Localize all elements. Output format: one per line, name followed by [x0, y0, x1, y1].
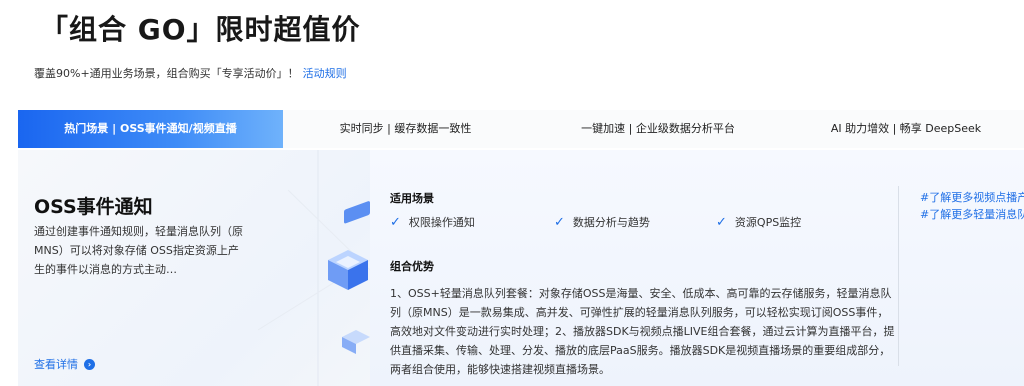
tab-hot-scenarios[interactable]: 热门场景 | OSS事件通知/视频直播: [18, 110, 283, 148]
more-links: #了解更多视频点播产 #了解更多轻量消息队: [920, 189, 1024, 223]
scenario-tabs: 热门场景 | OSS事件通知/视频直播 实时同步 | 缓存数据一致性 一键加速 …: [18, 110, 1024, 148]
view-details-link[interactable]: 查看详情 ›: [34, 356, 95, 372]
activity-rules-link[interactable]: 活动规则: [303, 67, 347, 80]
scenario-card: OSS事件通知 通过创建事件通知规则，轻量消息队列（原 MNS）可以将对象存储 …: [18, 150, 370, 386]
scenario-item: ✓ 资源QPS监控: [716, 214, 801, 230]
cloud-queue-illustration: [258, 150, 370, 386]
card-description: 通过创建事件通知规则，轻量消息队列（原 MNS）可以将对象存储 OSS指定资源上…: [34, 225, 243, 276]
page-subtitle: 覆盖90%+通用业务场景，组合购买「专享活动价」！ 活动规则: [34, 65, 347, 81]
scenario-label: 数据分析与趋势: [572, 216, 650, 229]
advantages-heading: 组合优势: [390, 260, 434, 273]
tab-realtime-sync[interactable]: 实时同步 | 缓存数据一致性: [283, 110, 528, 148]
scenario-details: 适用场景 ✓ 权限操作通知 ✓ 数据分析与趋势 ✓ 资源QPS监控 组合优势 1…: [370, 150, 1024, 386]
tab-one-click-acceleration[interactable]: 一键加速 | 企业级数据分析平台: [528, 110, 788, 148]
chevron-right-icon: ›: [84, 358, 95, 370]
check-icon: ✓: [554, 214, 565, 230]
learn-more-mns-link[interactable]: #了解更多轻量消息队: [920, 206, 1024, 223]
scenario-panel: OSS事件通知 通过创建事件通知规则，轻量消息队列（原 MNS）可以将对象存储 …: [18, 150, 1024, 386]
check-icon: ✓: [390, 214, 401, 230]
scenario-item: ✓ 权限操作通知: [390, 214, 475, 230]
scenarios-heading: 适用场景: [390, 192, 434, 205]
tab-ai-deepseek[interactable]: AI 助力增效 | 畅享 DeepSeek: [788, 110, 1024, 148]
check-icon: ✓: [716, 214, 727, 230]
page-title: 「组合 GO」限时超值价: [40, 13, 361, 46]
view-details-label: 查看详情: [34, 358, 78, 371]
scenario-label: 权限操作通知: [408, 216, 475, 229]
divider: [898, 186, 899, 366]
scenario-label: 资源QPS监控: [734, 216, 802, 229]
learn-more-vod-link[interactable]: #了解更多视频点播产: [920, 189, 1024, 206]
advantages-text: 1、OSS+轻量消息队列套餐：对象存储OSS是海量、安全、低成本、高可靠的云存储…: [390, 287, 895, 376]
scenario-item: ✓ 数据分析与趋势: [554, 214, 650, 230]
card-title: OSS事件通知: [34, 196, 153, 218]
subtitle-text: 覆盖90%+通用业务场景，组合购买「专享活动价」！: [34, 67, 299, 80]
